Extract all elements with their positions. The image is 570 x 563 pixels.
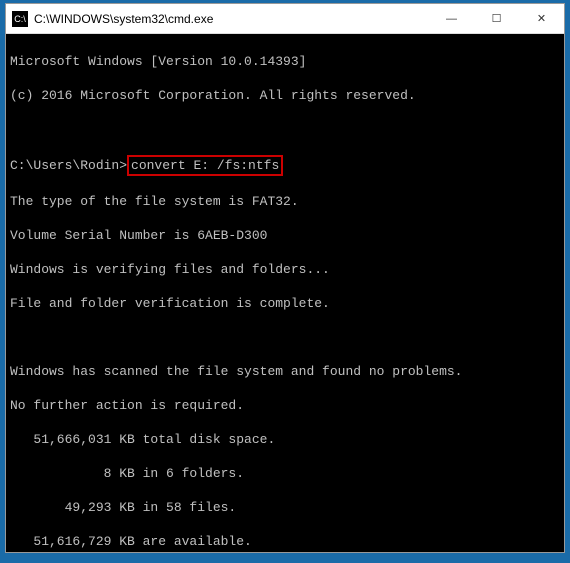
output-line: 51,666,031 KB total disk space.	[10, 431, 560, 448]
cmd-window: C:\ C:\WINDOWS\system32\cmd.exe — ☐ ✕ Mi…	[5, 3, 565, 553]
blank-line	[10, 329, 560, 346]
window-controls: — ☐ ✕	[429, 4, 564, 33]
output-line: 8 KB in 6 folders.	[10, 465, 560, 482]
prompt: C:\Users\Rodin>	[10, 158, 127, 173]
blank-line	[10, 121, 560, 138]
titlebar[interactable]: C:\ C:\WINDOWS\system32\cmd.exe — ☐ ✕	[6, 4, 564, 34]
highlighted-command: convert E: /fs:ntfs	[127, 155, 283, 176]
close-button[interactable]: ✕	[519, 4, 564, 33]
output-line: Windows is verifying files and folders..…	[10, 261, 560, 278]
output-line: File and folder verification is complete…	[10, 295, 560, 312]
minimize-button[interactable]: —	[429, 4, 474, 33]
output-line: 49,293 KB in 58 files.	[10, 499, 560, 516]
output-line: Volume Serial Number is 6AEB-D300	[10, 227, 560, 244]
output-line: 51,616,729 KB are available.	[10, 533, 560, 550]
output-line: Windows has scanned the file system and …	[10, 363, 560, 380]
prompt-line: C:\Users\Rodin>convert E: /fs:ntfs	[10, 155, 560, 176]
output-line: No further action is required.	[10, 397, 560, 414]
window-title: C:\WINDOWS\system32\cmd.exe	[34, 12, 429, 26]
banner-line: Microsoft Windows [Version 10.0.14393]	[10, 53, 560, 70]
output-line: The type of the file system is FAT32.	[10, 193, 560, 210]
banner-line: (c) 2016 Microsoft Corporation. All righ…	[10, 87, 560, 104]
terminal-area[interactable]: Microsoft Windows [Version 10.0.14393] (…	[6, 34, 564, 552]
maximize-button[interactable]: ☐	[474, 4, 519, 33]
cmd-icon: C:\	[12, 11, 28, 27]
